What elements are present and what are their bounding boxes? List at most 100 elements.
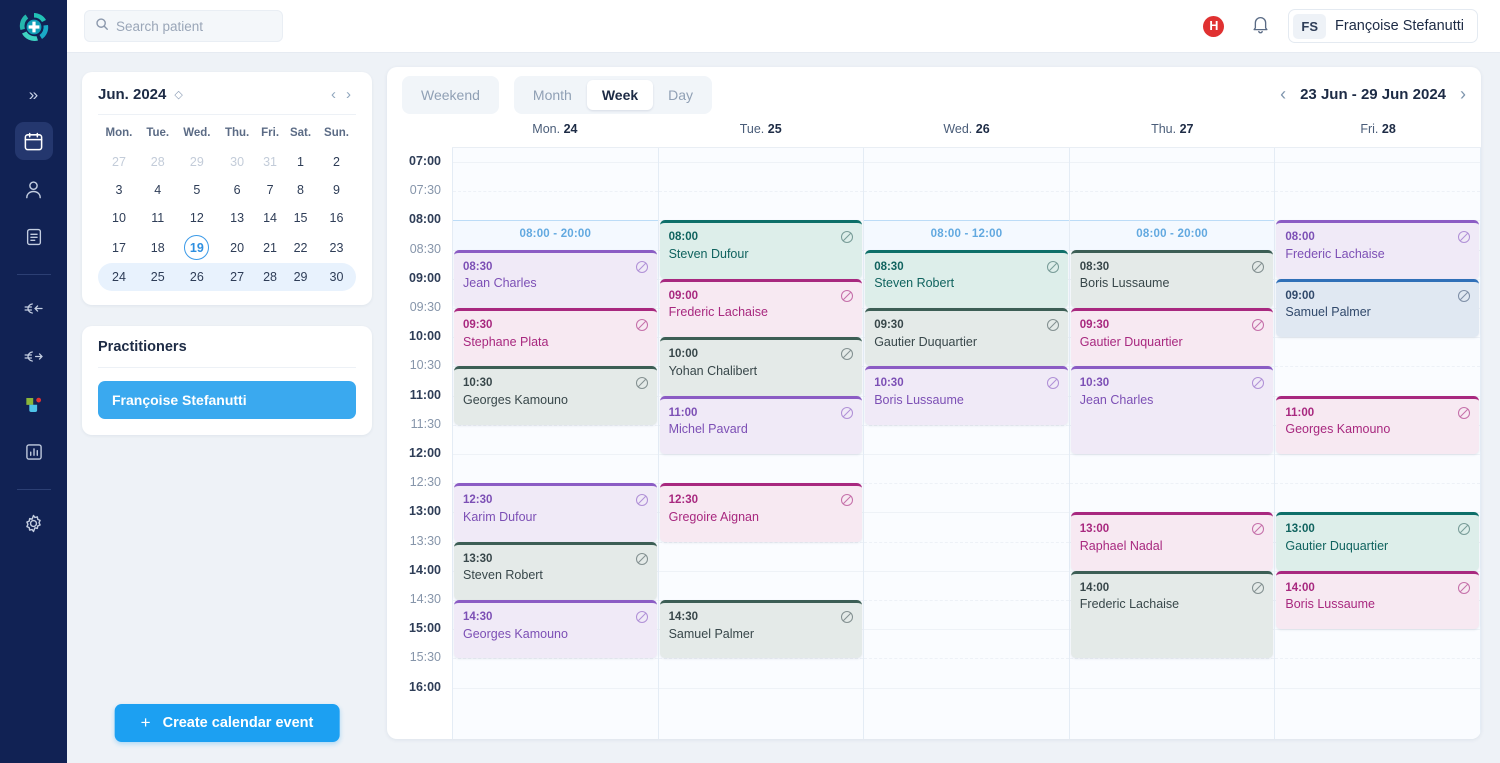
- mini-calendar-day[interactable]: 29: [284, 263, 317, 291]
- mini-calendar-day[interactable]: 30: [218, 148, 256, 176]
- mini-calendar-day[interactable]: 28: [140, 148, 176, 176]
- mini-calendar-day[interactable]: 18: [140, 232, 176, 263]
- blocked-icon[interactable]: [635, 493, 649, 512]
- mini-calendar-day[interactable]: 17: [98, 232, 140, 263]
- blocked-icon[interactable]: [1251, 522, 1265, 541]
- sidebar-item-calendar[interactable]: [14, 122, 53, 160]
- weekend-toggle[interactable]: Weekend: [402, 75, 499, 114]
- mini-calendar-day[interactable]: 12: [176, 204, 219, 232]
- blocked-icon[interactable]: [1457, 406, 1471, 425]
- user-menu-chip[interactable]: FS Françoise Stefanutti: [1288, 9, 1478, 43]
- blocked-icon[interactable]: [635, 610, 649, 629]
- mini-calendar-day[interactable]: 13: [218, 204, 256, 232]
- blocked-icon[interactable]: [635, 260, 649, 279]
- calendar-event[interactable]: 10:30 Jean Charles: [1070, 366, 1274, 454]
- blocked-icon[interactable]: [635, 552, 649, 571]
- blocked-icon[interactable]: [1251, 581, 1265, 600]
- mini-calendar-day[interactable]: 27: [218, 263, 257, 291]
- calendar-event[interactable]: 08:30 Jean Charles: [454, 249, 657, 308]
- blocked-icon[interactable]: [840, 610, 854, 629]
- mini-calendar-day[interactable]: 10: [98, 204, 140, 232]
- mini-calendar-day[interactable]: 11: [140, 204, 176, 232]
- blocked-icon[interactable]: [840, 289, 854, 308]
- view-option-month[interactable]: Month: [518, 80, 587, 110]
- day-column[interactable]: 08:00 Steven Dufour 09:00 Frederic Lachaise…: [657, 148, 864, 739]
- mini-calendar-day[interactable]: 14: [256, 204, 284, 232]
- day-column[interactable]: 08:00 - 20:00 08:30 Jean Charles 09:30 Steph…: [452, 148, 658, 739]
- blocked-icon[interactable]: [840, 347, 854, 366]
- calendar-event[interactable]: 08:30 Steven Robert: [865, 249, 1068, 308]
- mini-calendar-day[interactable]: 9: [317, 176, 356, 204]
- mini-calendar-day[interactable]: 5: [176, 176, 219, 204]
- availability-band[interactable]: 08:00 - 12:00: [864, 220, 1069, 250]
- day-column[interactable]: 08:00 - 12:00 08:30 Steven Robert 09:30 Gaut…: [863, 148, 1069, 739]
- calendar-event[interactable]: 09:30 Gautier Duquartier: [865, 308, 1068, 367]
- availability-band[interactable]: 08:00 - 20:00: [1069, 220, 1275, 250]
- view-option-week[interactable]: Week: [586, 79, 654, 110]
- help-badge[interactable]: H: [1203, 15, 1225, 37]
- mini-calendar-day[interactable]: 23: [317, 232, 356, 263]
- calendar-event[interactable]: 08:00 Steven Dufour: [659, 220, 863, 279]
- view-option-day[interactable]: Day: [653, 80, 708, 110]
- blocked-icon[interactable]: [1251, 376, 1265, 395]
- calendar-event[interactable]: 14:00 Boris Lussaume: [1276, 570, 1479, 630]
- mini-calendar-day[interactable]: 8: [284, 176, 317, 204]
- mini-calendar-prev-button[interactable]: ‹: [326, 86, 341, 103]
- calendar-event[interactable]: 08:30 Boris Lussaume: [1070, 249, 1274, 308]
- calendar-event[interactable]: 14:30 Samuel Palmer: [659, 600, 863, 659]
- calendar-event[interactable]: 11:00 Georges Kamouno: [1276, 395, 1479, 454]
- blocked-icon[interactable]: [635, 318, 649, 337]
- calendar-event[interactable]: 09:30 Gautier Duquartier: [1070, 308, 1274, 367]
- mini-calendar-day[interactable]: 19: [176, 232, 219, 263]
- calendar-event[interactable]: 08:00 Frederic Lachaise: [1276, 220, 1479, 279]
- blocked-icon[interactable]: [1046, 318, 1060, 337]
- day-column[interactable]: 08:00 - 20:00 08:30 Boris Lussaume 09:30 Gau…: [1068, 148, 1275, 739]
- mini-calendar-day[interactable]: 20: [218, 232, 256, 263]
- mini-calendar-day[interactable]: 30: [317, 263, 356, 291]
- blocked-icon[interactable]: [1046, 260, 1060, 279]
- blocked-icon[interactable]: [1251, 318, 1265, 337]
- sidebar-item-apps[interactable]: [15, 385, 53, 423]
- mini-calendar-day[interactable]: 3: [98, 176, 140, 204]
- search-input[interactable]: [116, 18, 293, 34]
- collapse-sidebar-button[interactable]: »: [17, 81, 51, 107]
- calendar-event[interactable]: 11:00 Michel Pavard: [659, 395, 863, 454]
- range-prev-button[interactable]: ‹: [1280, 84, 1286, 105]
- practitioner-item[interactable]: Françoise Stefanutti: [98, 381, 356, 419]
- blocked-icon[interactable]: [1457, 522, 1471, 541]
- day-column[interactable]: 08:00 Frederic Lachaise 09:00 Samuel Palmer…: [1274, 148, 1481, 739]
- calendar-event[interactable]: 13:00 Raphael Nadal: [1070, 512, 1274, 571]
- sidebar-item-documents[interactable]: [15, 218, 53, 256]
- range-next-button[interactable]: ›: [1460, 84, 1466, 105]
- mini-calendar-day[interactable]: 1: [284, 148, 317, 176]
- mini-calendar-day[interactable]: 27: [98, 148, 140, 176]
- mini-calendar-day[interactable]: 28: [256, 263, 285, 291]
- mini-calendar-next-button[interactable]: ›: [341, 86, 356, 103]
- availability-band[interactable]: 08:00 - 20:00: [453, 220, 658, 250]
- mini-calendar-day[interactable]: 16: [317, 204, 356, 232]
- calendar-event[interactable]: 09:30 Stephane Plata: [454, 308, 657, 367]
- sidebar-item-statistics[interactable]: [15, 433, 53, 471]
- blocked-icon[interactable]: [840, 493, 854, 512]
- sidebar-item-payments-out[interactable]: [15, 337, 53, 375]
- mini-calendar-day[interactable]: 26: [175, 263, 219, 291]
- calendar-event[interactable]: 13:00 Gautier Duquartier: [1276, 512, 1479, 571]
- notifications-button[interactable]: [1251, 14, 1270, 39]
- search-patient-box[interactable]: [84, 10, 293, 42]
- mini-calendar-day[interactable]: 6: [218, 176, 256, 204]
- calendar-event[interactable]: 10:30 Boris Lussaume: [865, 366, 1068, 425]
- calendar-event[interactable]: 12:30 Gregoire Aignan: [659, 483, 863, 542]
- mini-calendar-day[interactable]: 24: [98, 263, 140, 291]
- calendar-event[interactable]: 09:00 Samuel Palmer: [1276, 278, 1479, 338]
- weekend-toggle-label[interactable]: Weekend: [406, 80, 495, 110]
- blocked-icon[interactable]: [1457, 289, 1471, 308]
- sidebar-item-patients[interactable]: [15, 170, 53, 208]
- today-marker-icon[interactable]: ◇: [174, 88, 182, 101]
- calendar-event[interactable]: 13:30 Steven Robert: [454, 541, 657, 600]
- blocked-icon[interactable]: [840, 230, 854, 249]
- blocked-icon[interactable]: [1457, 581, 1471, 600]
- calendar-event[interactable]: 14:30 Georges Kamouno: [454, 600, 657, 659]
- blocked-icon[interactable]: [635, 376, 649, 395]
- calendar-event[interactable]: 10:30 Georges Kamouno: [454, 366, 657, 425]
- sidebar-item-payments-in[interactable]: [15, 289, 53, 327]
